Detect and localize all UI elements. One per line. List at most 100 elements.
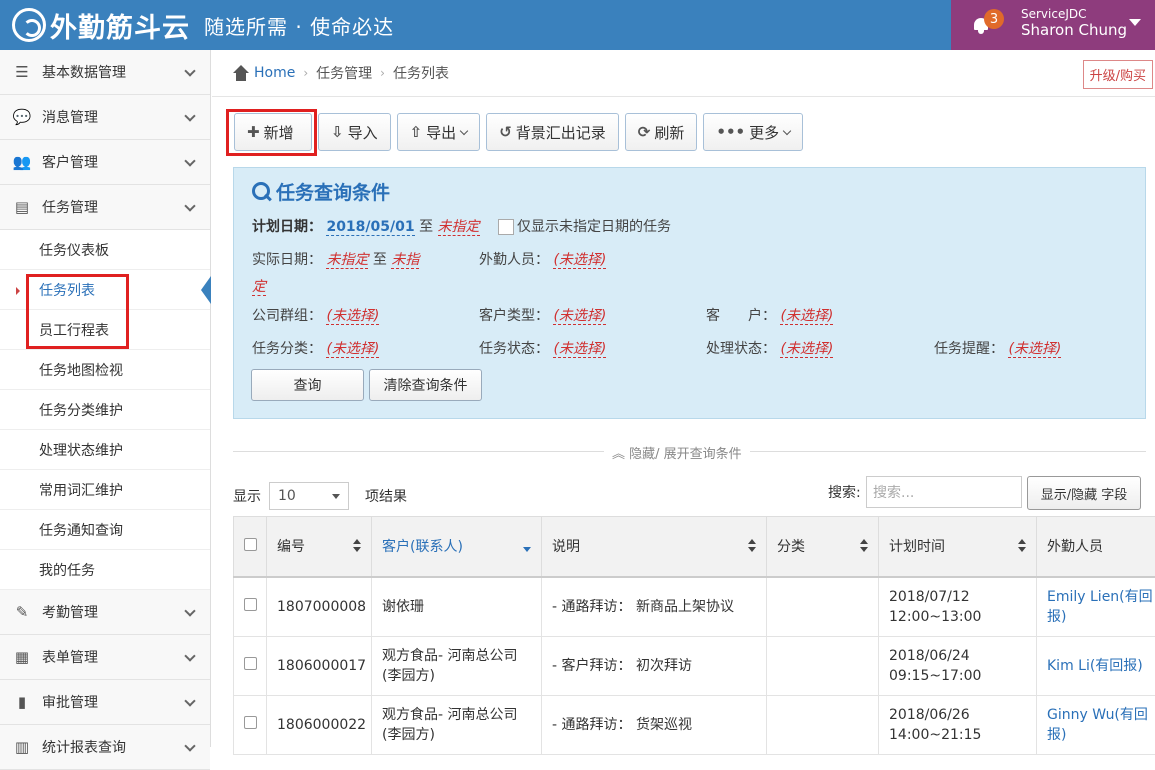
staff-select[interactable]: (未选择)	[553, 252, 606, 269]
row-checkbox[interactable]	[244, 657, 257, 670]
sidebar-group-customers[interactable]: 👥 客户管理	[0, 140, 210, 185]
toggle-query-button[interactable]: ︽ 隐藏/ 展开查询条件	[604, 443, 750, 462]
sidebar-item-task-notify[interactable]: 任务通知查询	[0, 510, 210, 550]
cell-staff[interactable]: Kim Li(有回报)	[1037, 637, 1155, 696]
refresh-button[interactable]: ⟳刷新	[625, 113, 698, 151]
clear-query-button[interactable]: 清除查询条件	[369, 369, 482, 401]
chevron-down-icon	[184, 695, 195, 706]
chevron-down-icon	[184, 605, 195, 616]
sidebar-group-messages[interactable]: 💬 消息管理	[0, 95, 210, 140]
col-staff[interactable]: 外勤人员	[1037, 517, 1155, 577]
sidebar-item-task-map[interactable]: 任务地图检视	[0, 350, 210, 390]
cell-customer: 观方食品- 河南总公司(李园方)	[372, 696, 542, 755]
sidebar-item-common-words[interactable]: 常用词汇维护	[0, 470, 210, 510]
customer-type-select[interactable]: (未选择)	[553, 308, 606, 325]
sort-icon	[748, 539, 756, 555]
sidebar-group-reports[interactable]: ▥ 统计报表查询	[0, 725, 210, 770]
customer-contact: (李园方)	[382, 666, 541, 686]
col-desc[interactable]: 说明	[542, 517, 767, 577]
import-button[interactable]: ⇩导入	[318, 113, 391, 151]
search-input[interactable]: 搜索...	[866, 476, 1022, 508]
sidebar-group-approval[interactable]: ▮ 审批管理	[0, 680, 210, 725]
company-group-select[interactable]: (未选择)	[326, 308, 379, 325]
page-size-select[interactable]: 10	[269, 482, 349, 510]
sidebar-item-process-status[interactable]: 处理状态维护	[0, 430, 210, 470]
only-unspecified-checkbox[interactable]	[498, 219, 514, 235]
col-desc-label: 说明	[552, 539, 580, 555]
plan-date: 2018/07/12	[889, 587, 1036, 607]
row-select-cell	[234, 696, 267, 755]
table-header-row: 编号 客户(联系人) 说明 分类 计划时间 外勤人员	[234, 517, 1155, 577]
sidebar-group-forms[interactable]: ▦ 表单管理	[0, 635, 210, 680]
sidebar-item-task-category[interactable]: 任务分类维护	[0, 390, 210, 430]
upgrade-button[interactable]: 升级/购买	[1083, 60, 1153, 89]
chevron-down-icon	[184, 65, 195, 76]
cell-id: 1806000022	[267, 696, 372, 755]
actual-date-to-wrap[interactable]: 定	[252, 279, 266, 296]
task-status-select[interactable]: (未选择)	[553, 341, 606, 358]
sidebar-group-label: 任务管理	[42, 197, 98, 217]
sidebar-group-tasks[interactable]: ▤ 任务管理	[0, 185, 210, 230]
toolbar: ✚新增 ⇩导入 ⇧导出 ↺背景汇出记录 ⟳刷新 •••更多	[234, 113, 803, 151]
to-label: 至	[373, 252, 387, 268]
chevron-down-icon	[184, 155, 195, 166]
col-plan-time[interactable]: 计划时间	[879, 517, 1037, 577]
sidebar-group-attendance[interactable]: ✎ 考勤管理	[0, 590, 210, 635]
task-category-select[interactable]: (未选择)	[326, 341, 379, 358]
bg-export-label: 背景汇出记录	[516, 122, 606, 143]
search-button[interactable]: 查询	[251, 369, 364, 401]
plan-date-from[interactable]: 2018/05/01	[326, 219, 414, 236]
plan-date-to[interactable]: 未指定	[438, 219, 480, 236]
select-all-checkbox[interactable]	[244, 538, 257, 551]
row-checkbox[interactable]	[244, 716, 257, 729]
task-reminder-select[interactable]: (未选择)	[1008, 341, 1061, 358]
caret-down-icon	[1129, 19, 1141, 26]
row-select-cell	[234, 637, 267, 696]
to-label: 至	[419, 219, 433, 235]
cell-staff[interactable]: Ginny Wu(有回报)	[1037, 696, 1155, 755]
sidebar-item-task-dashboard[interactable]: 任务仪表板	[0, 230, 210, 270]
staff-name-wrap: 报)	[1047, 607, 1155, 627]
user-menu[interactable]: ServiceJDC Sharon Chung	[1011, 0, 1155, 50]
slogan: 随选所需 · 使命必达	[204, 11, 394, 40]
customer-row: 客 户： (未选择)	[706, 305, 833, 325]
sidebar-group-label: 表单管理	[42, 647, 98, 667]
home-icon	[232, 65, 250, 81]
query-panel: 任务查询条件 计划日期： 2018/05/01 至 未指定 仅显示未指定日期的任…	[233, 167, 1146, 419]
breadcrumb-home[interactable]: Home	[254, 65, 295, 81]
col-category-label: 分类	[777, 539, 805, 555]
breadcrumb-separator: ›	[380, 66, 385, 80]
chat-icon: 💬	[12, 109, 32, 125]
task-status-label: 任务状态：	[479, 341, 549, 357]
sidebar-group-basic-data[interactable]: ☰ 基本数据管理	[0, 50, 210, 95]
col-category[interactable]: 分类	[767, 517, 879, 577]
customer-select[interactable]: (未选择)	[780, 308, 833, 325]
sort-icon	[860, 539, 868, 555]
export-button[interactable]: ⇧导出	[397, 113, 481, 151]
row-checkbox[interactable]	[244, 598, 257, 611]
items-label: 项结果	[365, 486, 407, 506]
table-row[interactable]: 1806000017 观方食品- 河南总公司(李园方) - 客户拜访： 初次拜访…	[234, 637, 1155, 696]
task-table: 编号 客户(联系人) 说明 分类 计划时间 外勤人员 1807000008 谢依…	[233, 516, 1155, 755]
more-button[interactable]: •••更多	[703, 113, 803, 151]
col-id[interactable]: 编号	[267, 517, 372, 577]
staff-row: 外勤人员： (未选择)	[479, 249, 606, 269]
sidebar-item-my-tasks[interactable]: 我的任务	[0, 550, 210, 590]
plan-date: 2018/06/24	[889, 646, 1036, 666]
table-row[interactable]: 1807000008 谢依珊 - 通路拜访： 新商品上架协议 2018/07/1…	[234, 577, 1155, 637]
actual-date-from[interactable]: 未指定	[326, 252, 368, 269]
actual-date-to[interactable]: 未指	[391, 252, 419, 269]
table-row[interactable]: 1806000022 观方食品- 河南总公司(李园方) - 通路拜访： 货架巡视…	[234, 696, 1155, 755]
col-customer[interactable]: 客户(联系人)	[372, 517, 542, 577]
logo[interactable]: 外勤筋斗云 随选所需 · 使命必达	[12, 6, 394, 44]
cell-plan-time: 2018/06/2409:15~17:00	[879, 637, 1037, 696]
cell-staff[interactable]: Emily Lien(有回报)	[1037, 577, 1155, 637]
plan-range: 12:00~13:00	[889, 607, 1036, 627]
customer-type-label: 客户类型：	[479, 308, 549, 324]
cell-desc: - 通路拜访： 新商品上架协议	[542, 577, 767, 637]
toggle-fields-button[interactable]: 显示/隐藏 字段	[1027, 476, 1141, 510]
breadcrumb-task-mgmt[interactable]: 任务管理	[316, 63, 372, 83]
bg-export-log-button[interactable]: ↺背景汇出记录	[486, 113, 619, 151]
add-button[interactable]: ✚新增	[234, 113, 312, 151]
process-status-select[interactable]: (未选择)	[780, 341, 833, 358]
